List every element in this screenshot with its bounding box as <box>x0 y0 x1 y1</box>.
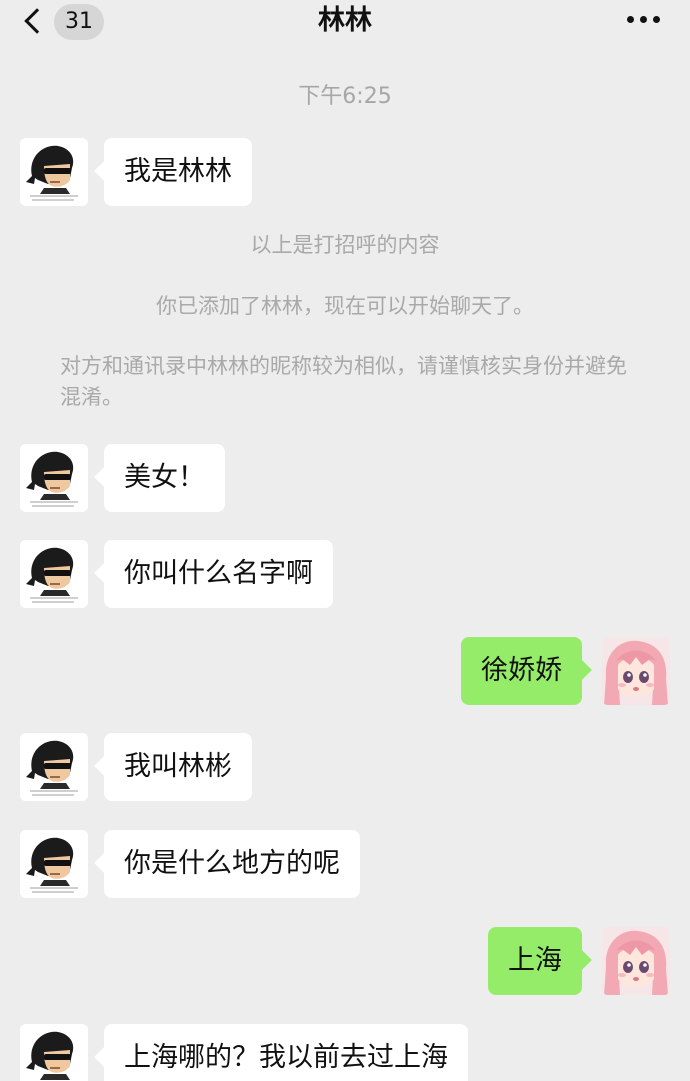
more-dot-icon <box>653 16 660 23</box>
contact-avatar[interactable] <box>20 733 88 801</box>
more-dot-icon <box>640 16 647 23</box>
message-row-incoming: 上海哪的？我以前去过上海 <box>0 1024 690 1081</box>
message-bubble[interactable]: 上海 <box>488 927 582 995</box>
message-row-incoming: 我是林林 <box>0 138 690 206</box>
message-row-incoming: 美女！ <box>0 444 690 512</box>
system-warning: 对方和通讯录中林林的昵称较为相似，请谨慎核实身份并避免混淆。 <box>60 354 627 409</box>
message-bubble[interactable]: 你是什么地方的呢 <box>104 830 360 898</box>
message-bubble[interactable]: 你叫什么名字啊 <box>104 540 333 608</box>
message-row-outgoing: 徐娇娇 <box>0 637 690 705</box>
more-options-button[interactable] <box>624 10 664 30</box>
chat-title: 林林 <box>318 5 372 36</box>
message-row-outgoing: 上海 <box>0 927 690 995</box>
message-timestamp: 下午6:25 <box>298 84 392 109</box>
message-bubble[interactable]: 上海哪的？我以前去过上海 <box>104 1024 468 1081</box>
message-bubble[interactable]: 美女！ <box>104 444 225 512</box>
contact-avatar[interactable] <box>20 1024 88 1081</box>
message-bubble[interactable]: 我是林林 <box>104 138 252 206</box>
message-row-incoming: 你叫什么名字啊 <box>0 540 690 608</box>
contact-avatar[interactable] <box>20 830 88 898</box>
message-row-incoming: 我叫林彬 <box>0 733 690 801</box>
message-bubble[interactable]: 我叫林彬 <box>104 733 252 801</box>
my-avatar[interactable] <box>602 637 670 705</box>
chat-screen: 31 林林 下午6:25 我是林林 以上是打招呼的内容 你已添加了林林，现在可以… <box>0 0 690 1081</box>
more-dot-icon <box>627 16 634 23</box>
message-bubble[interactable]: 徐娇娇 <box>461 637 582 705</box>
contact-avatar[interactable] <box>20 540 88 608</box>
contact-avatar[interactable] <box>20 138 88 206</box>
system-message: 以上是打招呼的内容 <box>250 233 440 257</box>
my-avatar[interactable] <box>602 927 670 995</box>
chat-header: 31 林林 <box>0 0 690 44</box>
message-row-incoming: 你是什么地方的呢 <box>0 830 690 898</box>
contact-avatar[interactable] <box>20 444 88 512</box>
system-message: 你已添加了林林，现在可以开始聊天了。 <box>156 294 534 318</box>
